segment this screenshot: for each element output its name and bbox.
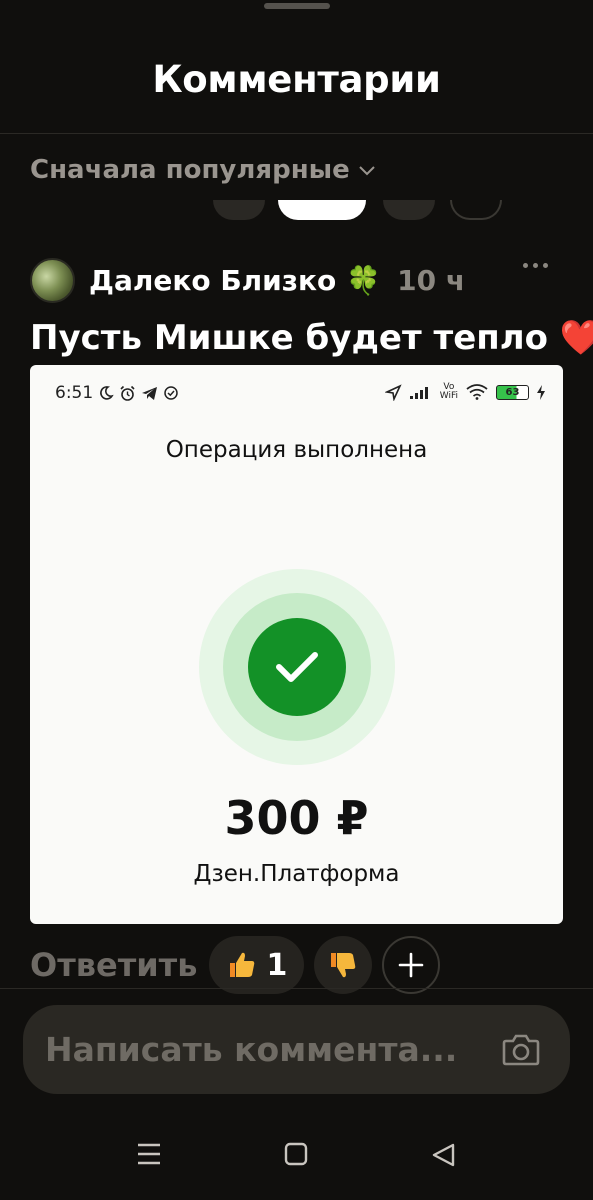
page-title: Комментарии: [152, 58, 441, 101]
home-icon[interactable]: [284, 1142, 308, 1166]
success-check-icon: [248, 618, 346, 716]
add-reaction-button[interactable]: [382, 936, 441, 994]
more-options-icon[interactable]: [523, 263, 548, 268]
comment-text-body: Пусть Мишке будет тепло: [30, 318, 549, 358]
check-circle-icon: [164, 386, 178, 400]
comment-text: Пусть Мишке будет тепло ❤️: [30, 318, 593, 358]
system-navigation-bar: [0, 1130, 593, 1180]
bottom-divider: [0, 988, 593, 989]
heart-icon: ❤️: [559, 318, 593, 358]
attachment-status-bar-left: 6:51: [55, 383, 179, 403]
comment-header: Далеко Близко 🍀 10 ч: [30, 257, 570, 303]
reply-button[interactable]: Ответить: [30, 946, 197, 984]
camera-icon[interactable]: [502, 1032, 540, 1066]
dislike-button[interactable]: [314, 936, 373, 994]
vowifi-bottom: WiFi: [439, 391, 458, 401]
header-divider: [0, 133, 593, 134]
chevron-down-icon: [359, 166, 375, 176]
clover-icon: 🍀: [346, 263, 382, 297]
signal-icon: [409, 387, 428, 399]
moon-icon: [100, 386, 114, 400]
scrolled-pill: [213, 200, 265, 220]
wifi-icon: [466, 384, 488, 400]
telegram-icon: [142, 386, 158, 400]
alarm-icon: [120, 385, 135, 401]
comment-input[interactable]: [45, 1030, 485, 1069]
thumbs-down-icon: [331, 953, 356, 978]
comment-time: 10 ч: [397, 263, 466, 297]
attachment-status-bar-right: Vo WiFi 63: [384, 383, 545, 401]
back-icon[interactable]: [430, 1142, 456, 1168]
comment-author[interactable]: Далеко Близко: [89, 264, 336, 297]
attachment-status-time: 6:51: [55, 383, 94, 403]
menu-icon[interactable]: [136, 1142, 162, 1166]
scrolled-pill: [450, 200, 502, 220]
scrolled-pill: [278, 200, 366, 220]
like-button[interactable]: 1: [209, 936, 305, 994]
comment-input-bar: [23, 1005, 570, 1094]
like-count: 1: [266, 947, 288, 983]
sort-dropdown[interactable]: Сначала популярные: [30, 155, 376, 185]
charging-icon: [537, 384, 545, 400]
comment-attachment-image[interactable]: 6:51 Vo WiFi 63 Операция выполнена 300 ₽…: [30, 365, 563, 924]
payment-amount: 300 ₽: [224, 791, 369, 845]
vowifi-indicator: Vo WiFi: [440, 383, 458, 401]
operation-title: Операция выполнена: [165, 437, 428, 463]
sort-label: Сначала популярные: [30, 155, 350, 185]
avatar[interactable]: [30, 257, 75, 303]
location-arrow-icon: [384, 383, 402, 401]
merchant-name: Дзен.Платформа: [193, 861, 400, 887]
plus-icon: [399, 952, 424, 978]
battery-indicator: 63: [496, 384, 529, 400]
scrolled-pill: [383, 200, 435, 220]
thumbs-up-icon: [229, 952, 254, 977]
sheet-grabber[interactable]: [264, 3, 330, 9]
comment-actions: Ответить 1: [30, 936, 441, 994]
